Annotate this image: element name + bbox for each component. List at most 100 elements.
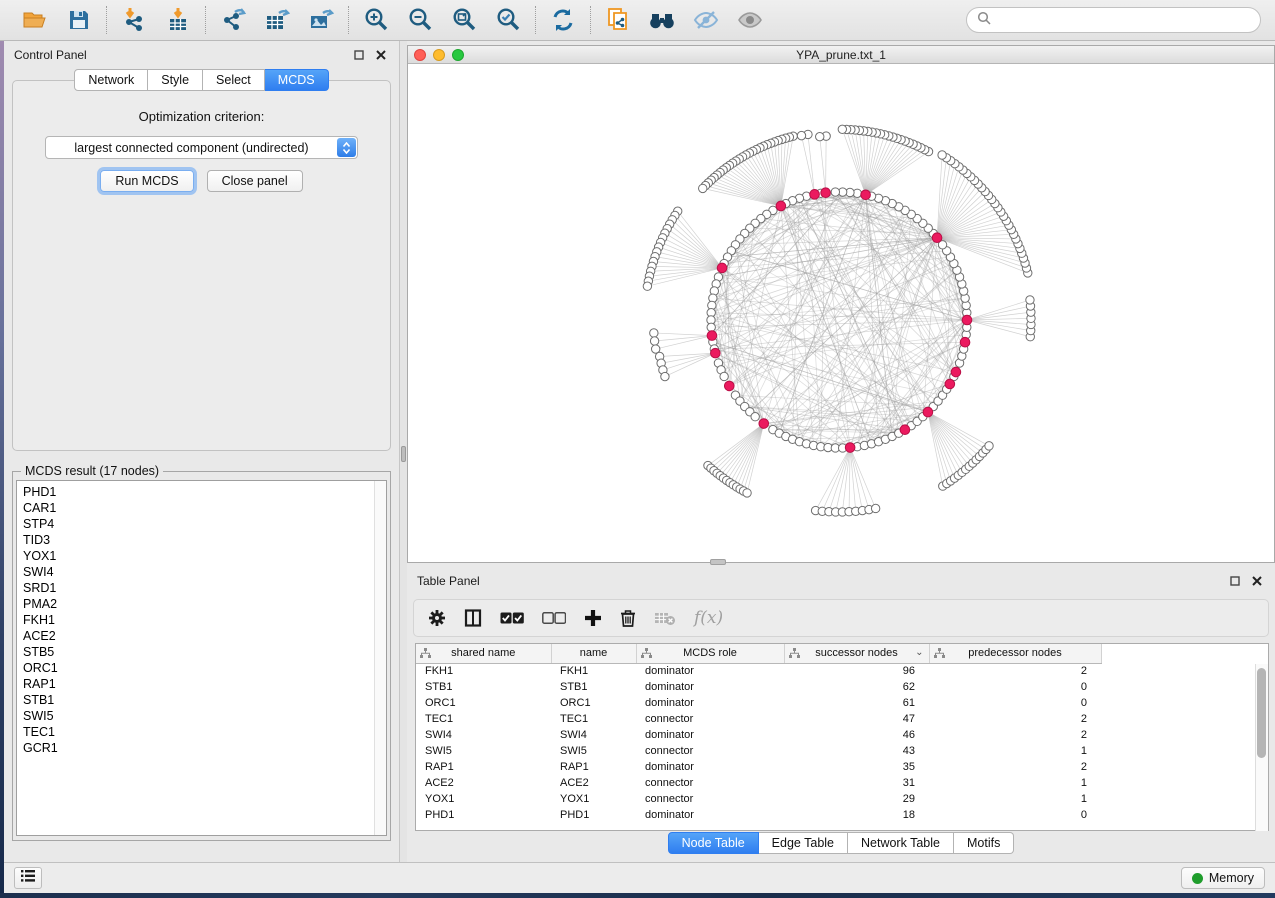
table-scrollbar[interactable] [1255,664,1268,831]
mcds-node[interactable] [945,379,955,389]
mcds-list-scrollbar[interactable] [374,481,386,835]
float-icon[interactable] [351,47,367,63]
mcds-node[interactable] [861,190,871,200]
table-row[interactable]: STB1STB1dominator620 [416,679,1101,695]
table-cell[interactable]: 2 [929,663,1101,679]
network-leaf-node[interactable] [650,337,658,345]
table-cell[interactable]: STB1 [551,679,636,695]
export-network-button[interactable] [216,4,250,36]
table-cell[interactable]: dominator [636,695,784,711]
table-cell[interactable]: dominator [636,727,784,743]
table-row[interactable]: ORC1ORC1dominator610 [416,695,1101,711]
table-cell[interactable]: ORC1 [551,695,636,711]
table-cell[interactable]: STB1 [416,679,551,695]
mcds-result-item[interactable]: STB5 [23,644,386,660]
network-leaf-node[interactable] [743,489,751,497]
table-cell[interactable]: 1 [929,743,1101,759]
table-cell[interactable]: 96 [784,663,929,679]
table-cell[interactable]: SWI4 [416,727,551,743]
import-table-button[interactable] [161,4,195,36]
network-leaf-node[interactable] [871,504,879,512]
search-input[interactable] [997,13,1250,28]
table-cell[interactable]: SWI4 [551,727,636,743]
network-node[interactable] [831,188,839,196]
table-row[interactable]: SWI4SWI4dominator462 [416,727,1101,743]
mcds-node[interactable] [707,331,717,341]
table-cell[interactable]: 31 [784,775,929,791]
mcds-result-item[interactable]: FKH1 [23,612,386,628]
table-cell[interactable]: ACE2 [416,775,551,791]
column-header-MCDS-role[interactable]: MCDS role [636,644,784,663]
table-cell[interactable]: 46 [784,727,929,743]
table-cell[interactable]: 61 [784,695,929,711]
mcds-node[interactable] [717,263,727,273]
table-cell[interactable]: SWI5 [416,743,551,759]
mcds-node[interactable] [923,407,933,417]
mcds-node[interactable] [821,188,831,198]
select-all-checkboxes-icon[interactable] [500,612,524,625]
table-cell[interactable]: 35 [784,759,929,775]
tab-mcds[interactable]: MCDS [265,69,329,91]
export-image-button[interactable] [304,4,338,36]
close-panel-button[interactable]: Close panel [207,170,303,192]
table-row[interactable]: ACE2ACE2connector311 [416,775,1101,791]
table-cell[interactable]: connector [636,711,784,727]
network-leaf-node[interactable] [797,131,805,139]
table-options-gear-icon[interactable] [428,609,446,627]
mcds-node[interactable] [711,348,721,358]
table-cell[interactable]: 0 [929,679,1101,695]
table-cell[interactable]: 47 [784,711,929,727]
table-cell[interactable]: RAP1 [416,759,551,775]
tab-select[interactable]: Select [203,69,265,91]
hide-selected-button[interactable] [689,4,723,36]
table-cell[interactable]: 0 [929,807,1101,823]
close-icon[interactable] [1249,573,1265,589]
mcds-result-item[interactable]: RAP1 [23,676,386,692]
table-cell[interactable]: dominator [636,679,784,695]
zoom-out-button[interactable] [403,4,437,36]
tab-network[interactable]: Network [74,69,148,91]
tab-style[interactable]: Style [148,69,203,91]
table-cell[interactable]: 43 [784,743,929,759]
mcds-result-item[interactable]: STB1 [23,692,386,708]
table-cell[interactable]: RAP1 [551,759,636,775]
mcds-result-item[interactable]: PMA2 [23,596,386,612]
mcds-node[interactable] [845,443,855,453]
mcds-result-item[interactable]: TID3 [23,532,386,548]
mcds-node[interactable] [776,201,786,211]
mcds-result-item[interactable]: YOX1 [23,548,386,564]
table-cell[interactable]: FKH1 [551,663,636,679]
column-header-predecessor-nodes[interactable]: predecessor nodes [929,644,1101,663]
network-node[interactable] [720,372,728,380]
network-leaf-node[interactable] [816,132,824,140]
table-row[interactable]: SWI5SWI5connector431 [416,743,1101,759]
table-cell[interactable]: YOX1 [551,791,636,807]
column-header-successor-nodes[interactable]: successor nodes⌄ [784,644,929,663]
table-cell[interactable]: 29 [784,791,929,807]
table-cell[interactable]: YOX1 [416,791,551,807]
clone-network-button[interactable] [601,4,635,36]
search-binoculars-button[interactable] [645,4,679,36]
mcds-result-item[interactable]: STP4 [23,516,386,532]
table-cell[interactable]: SWI5 [551,743,636,759]
column-header-name[interactable]: name [551,644,636,663]
splitter-handle[interactable] [401,446,406,462]
tab-network-table[interactable]: Network Table [848,832,954,854]
mcds-node[interactable] [724,381,734,391]
network-node[interactable] [707,323,715,331]
deselect-all-checkboxes-icon[interactable] [542,612,566,625]
vertical-splitter[interactable] [400,41,407,862]
show-all-button[interactable] [733,4,767,36]
tab-edge-table[interactable]: Edge Table [759,832,848,854]
table-cell[interactable]: PHD1 [551,807,636,823]
table-cell[interactable]: 1 [929,791,1101,807]
column-header-shared-name[interactable]: shared name [416,644,551,663]
table-cell[interactable]: 1 [929,775,1101,791]
network-node[interactable] [751,413,759,421]
mcds-result-list[interactable]: PHD1CAR1STP4TID3YOX1SWI4SRD1PMA2FKH1ACE2… [16,480,387,836]
tab-node-table[interactable]: Node Table [668,832,759,854]
import-network-button[interactable] [117,4,151,36]
mcds-result-item[interactable]: TEC1 [23,724,386,740]
mcds-result-item[interactable]: ACE2 [23,628,386,644]
table-cell[interactable]: dominator [636,807,784,823]
